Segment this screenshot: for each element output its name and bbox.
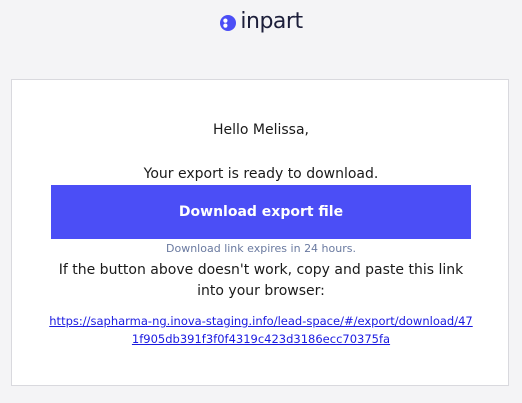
inpart-logo-icon xyxy=(220,15,237,31)
greeting-text: Hello Melissa, xyxy=(212,122,310,138)
export-download-link[interactable]: https://sapharma-ng.inova-staging.info/l… xyxy=(47,312,475,348)
brand-name: inpart xyxy=(240,9,303,34)
brand-logo-group: inpart xyxy=(219,9,303,34)
download-export-button[interactable]: Download export file xyxy=(51,185,471,239)
brand-logo: inpart xyxy=(0,9,522,34)
fallback-instructions: If the button above doesn't work, copy a… xyxy=(58,262,464,299)
email-page: inpart Hello Melissa, Your export is rea… xyxy=(0,0,522,403)
link-expiry-note: Download link expires in 24 hours. xyxy=(166,242,356,255)
export-ready-text: Your export is ready to download. xyxy=(143,166,379,182)
